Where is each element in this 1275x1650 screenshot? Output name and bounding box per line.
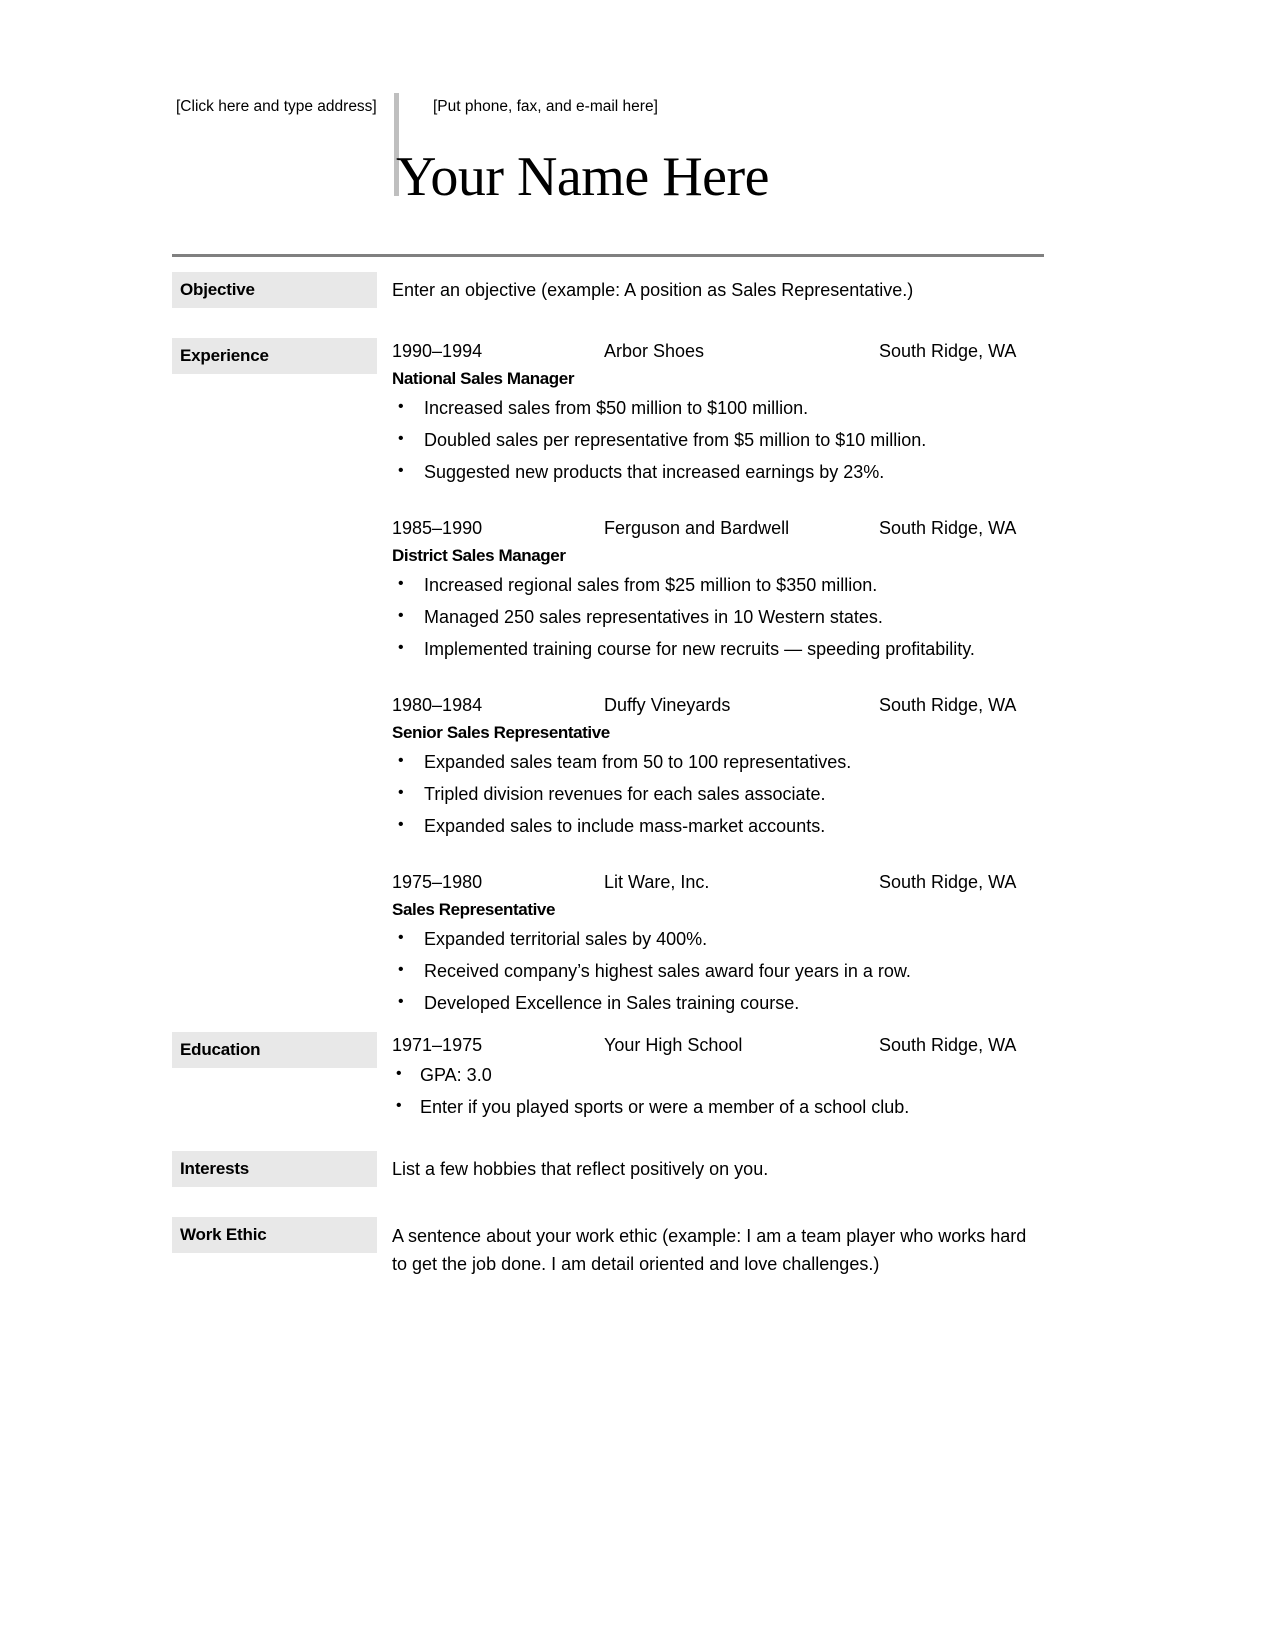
job-years: 1990–1994	[392, 341, 483, 361]
job-spacer	[392, 846, 1044, 869]
job-bullet: Received company’s highest sales award f…	[392, 958, 1044, 983]
job-bullet: Managed 250 sales representatives in 10 …	[392, 604, 1044, 629]
section-education: Education 1971–1975 Your High School Sou…	[172, 1032, 1044, 1127]
education-content: 1971–1975 Your High School South Ridge, …	[377, 1032, 1044, 1127]
job-bullet: Suggested new products that increased ea…	[392, 459, 1044, 484]
job-years: 1975–1980	[392, 872, 483, 892]
job-title: National Sales Manager	[392, 369, 575, 388]
education-years: 1971–1975	[392, 1035, 483, 1055]
section-interests: Interests List a few hobbies that reflec…	[172, 1151, 1044, 1187]
experience-content: 1990–1994 Arbor Shoes South Ridge, WA Na…	[377, 338, 1044, 1023]
job-years: 1985–1990	[392, 518, 483, 538]
job-spacer	[392, 669, 1044, 692]
education-bullet: Enter if you played sports or were a mem…	[392, 1094, 1044, 1119]
job-header: 1985–1990 Ferguson and Bardwell South Ri…	[392, 515, 1044, 542]
section-objective: Objective Enter an objective (example: A…	[172, 272, 1044, 308]
spacer-objective-experience	[172, 308, 1044, 338]
contact-row: [Click here and type address] [Put phone…	[172, 92, 1042, 126]
job-header: 1975–1980 Lit Ware, Inc. South Ridge, WA	[392, 869, 1044, 896]
job-bullet: Tripled division revenues for each sales…	[392, 781, 1044, 806]
section-label-experience: Experience	[172, 338, 377, 374]
section-label-objective: Objective	[172, 272, 377, 308]
job-header: 1980–1984 Duffy Vineyards South Ridge, W…	[392, 692, 1044, 719]
job-location: South Ridge, WA	[879, 341, 1017, 361]
education-bullet: GPA: 3.0	[392, 1062, 1044, 1087]
objective-text[interactable]: Enter an objective (example: A position …	[392, 272, 1044, 303]
resume-page: [Click here and type address] [Put phone…	[0, 0, 1275, 1650]
interests-label-col: Interests	[172, 1151, 377, 1187]
job-bullet-list: Increased regional sales from $25 millio…	[392, 572, 1044, 661]
job-entry: 1980–1984 Duffy Vineyards South Ridge, W…	[392, 692, 1044, 838]
job-spacer	[392, 492, 1044, 515]
job-entry: 1975–1980 Lit Ware, Inc. South Ridge, WA…	[392, 869, 1044, 1015]
experience-label-col: Experience	[172, 338, 377, 374]
job-location: South Ridge, WA	[879, 518, 1017, 538]
work-ethic-text[interactable]: A sentence about your work ethic (exampl…	[392, 1217, 1044, 1278]
spacer-education-interests	[172, 1127, 1044, 1151]
job-company: Ferguson and Bardwell	[604, 518, 790, 538]
job-title: Sales Representative	[392, 900, 556, 919]
job-title: District Sales Manager	[392, 546, 566, 565]
job-bullet: Expanded sales to include mass-market ac…	[392, 813, 1044, 838]
education-header: 1971–1975 Your High School South Ridge, …	[392, 1032, 1044, 1059]
spacer-interests-workethic	[172, 1187, 1044, 1217]
section-experience: Experience 1990–1994 Arbor Shoes South R…	[172, 338, 1044, 1023]
education-bullet-list: GPA: 3.0 Enter if you played sports or w…	[392, 1062, 1044, 1119]
interests-text[interactable]: List a few hobbies that reflect positive…	[392, 1151, 1044, 1182]
education-label-col: Education	[172, 1032, 377, 1068]
job-entry: 1990–1994 Arbor Shoes South Ridge, WA Na…	[392, 338, 1044, 484]
resume-body: Objective Enter an objective (example: A…	[172, 272, 1044, 1278]
job-bullet-list: Increased sales from $50 million to $100…	[392, 395, 1044, 484]
resume-header: [Click here and type address] [Put phone…	[172, 92, 1042, 242]
job-years: 1980–1984	[392, 695, 483, 715]
education-school: Your High School	[604, 1035, 743, 1055]
contact-placeholder-field[interactable]: [Put phone, fax, and e-mail here]	[433, 97, 658, 117]
section-label-interests: Interests	[172, 1151, 377, 1187]
job-entry: 1985–1990 Ferguson and Bardwell South Ri…	[392, 515, 1044, 661]
job-company: Arbor Shoes	[604, 341, 705, 361]
job-bullet: Increased sales from $50 million to $100…	[392, 395, 1044, 420]
interests-content: List a few hobbies that reflect positive…	[377, 1151, 1044, 1182]
section-label-work-ethic: Work Ethic	[172, 1217, 377, 1253]
header-divider-rule	[172, 254, 1044, 257]
job-bullet-list: Expanded territorial sales by 400%. Rece…	[392, 926, 1044, 1015]
address-placeholder-field[interactable]: [Click here and type address]	[176, 97, 377, 117]
job-bullet: Expanded territorial sales by 400%.	[392, 926, 1044, 951]
job-bullet: Implemented training course for new recr…	[392, 636, 1044, 661]
spacer-experience-education	[172, 1023, 1044, 1032]
job-bullet: Doubled sales per representative from $5…	[392, 427, 1044, 452]
applicant-name[interactable]: Your Name Here	[396, 146, 770, 208]
job-header: 1990–1994 Arbor Shoes South Ridge, WA	[392, 338, 1044, 365]
objective-content: Enter an objective (example: A position …	[377, 272, 1044, 303]
job-bullet: Developed Excellence in Sales training c…	[392, 990, 1044, 1015]
job-location: South Ridge, WA	[879, 872, 1017, 892]
objective-label-col: Objective	[172, 272, 377, 308]
job-title: Senior Sales Representative	[392, 723, 610, 742]
job-company: Duffy Vineyards	[604, 695, 731, 715]
job-bullet: Increased regional sales from $25 millio…	[392, 572, 1044, 597]
job-bullet: Expanded sales team from 50 to 100 repre…	[392, 749, 1044, 774]
job-bullet-list: Expanded sales team from 50 to 100 repre…	[392, 749, 1044, 838]
job-location: South Ridge, WA	[879, 695, 1017, 715]
work-ethic-label-col: Work Ethic	[172, 1217, 377, 1253]
work-ethic-content: A sentence about your work ethic (exampl…	[377, 1217, 1044, 1278]
section-label-education: Education	[172, 1032, 377, 1068]
section-work-ethic: Work Ethic A sentence about your work et…	[172, 1217, 1044, 1278]
job-company: Lit Ware, Inc.	[604, 872, 710, 892]
education-location: South Ridge, WA	[879, 1035, 1017, 1055]
